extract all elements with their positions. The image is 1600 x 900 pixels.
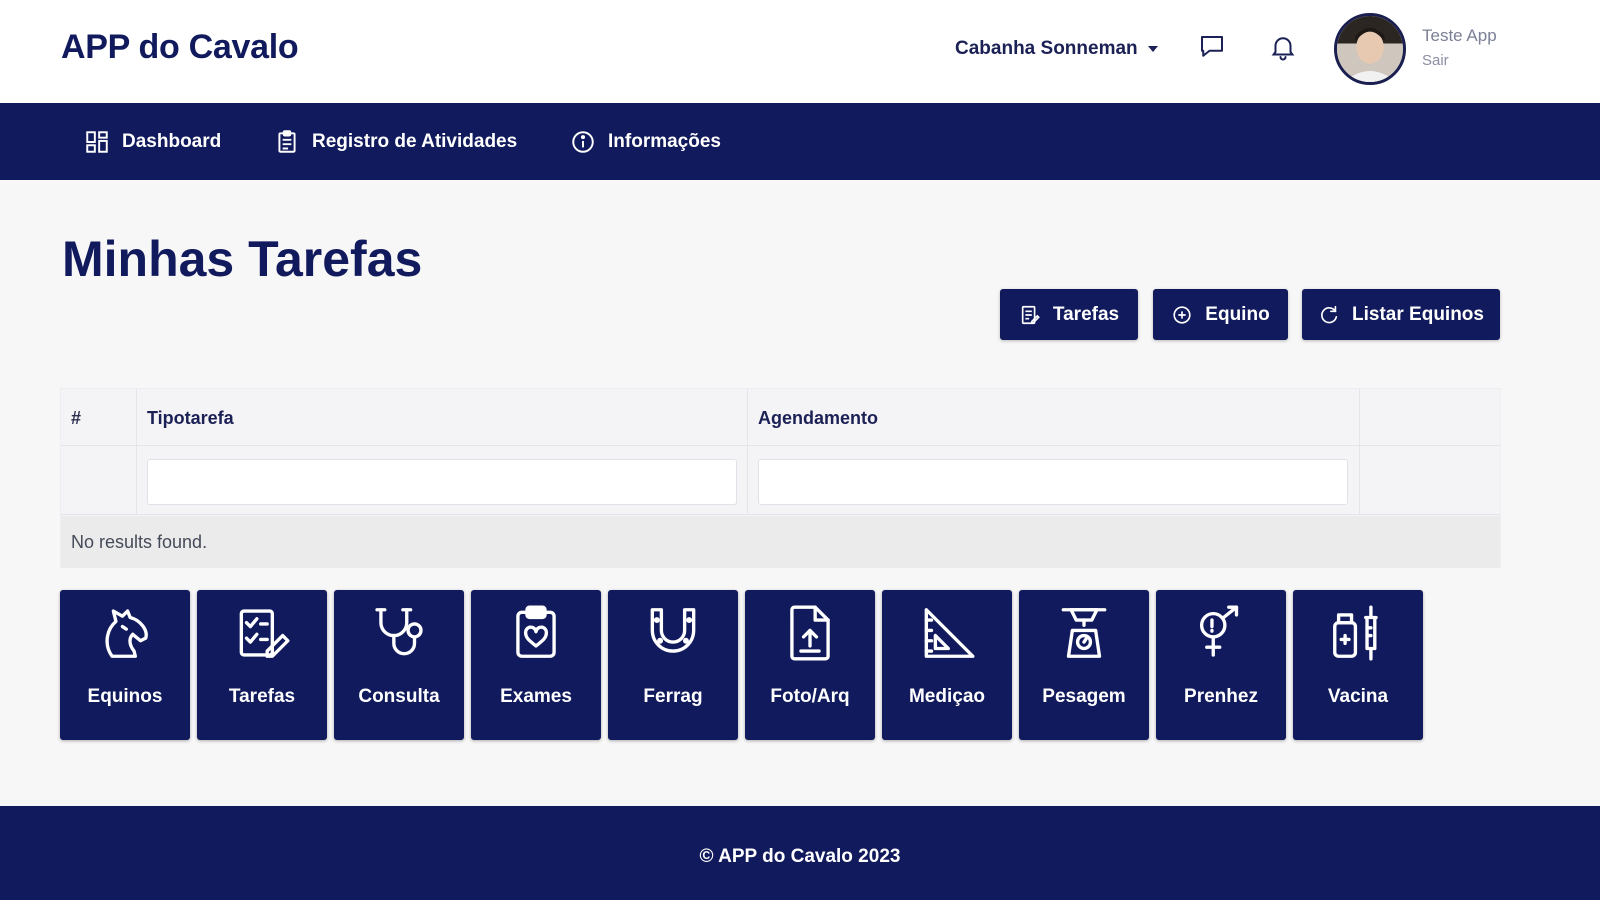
tile-label: Ferrag	[643, 686, 703, 707]
empty-results-message: No results found.	[71, 532, 208, 552]
gender-icon	[1190, 602, 1252, 664]
nav-item-label: Informações	[608, 130, 721, 152]
tile-consulta[interactable]: Consulta	[334, 590, 464, 740]
tile-exames[interactable]: Exames	[471, 590, 601, 740]
info-icon	[572, 130, 594, 153]
clipboard-heart-icon	[505, 602, 567, 664]
listar-equinos-button[interactable]: Listar Equinos	[1302, 289, 1500, 340]
tile-label: Exames	[500, 686, 572, 707]
tile-label: Pesagem	[1042, 686, 1126, 707]
farm-selector[interactable]: Cabanha Sonneman	[955, 38, 1158, 60]
equino-button[interactable]: Equino	[1153, 289, 1288, 340]
scale-icon	[1053, 602, 1115, 664]
column-header-index: #	[71, 408, 82, 428]
tile-medicao[interactable]: Mediçao	[882, 590, 1012, 740]
empty-results-row: No results found.	[61, 516, 1500, 568]
stethoscope-icon	[368, 602, 430, 664]
tile-label: Foto/Arq	[770, 686, 850, 707]
horseshoe-icon	[642, 602, 704, 664]
grid-filter-row	[61, 446, 1500, 515]
top-header: APP do Cavalo Cabanha Sonneman Teste App…	[0, 0, 1600, 103]
edit-list-icon	[1021, 305, 1040, 324]
tile-foto-arq[interactable]: Foto/Arq	[745, 590, 875, 740]
equino-button-label: Equino	[1205, 303, 1270, 325]
main-nav: Dashboard Registro de Atividades Informa…	[0, 103, 1600, 180]
tile-label: Consulta	[358, 686, 440, 707]
tile-pesagem[interactable]: Pesagem	[1019, 590, 1149, 740]
dashboard-icon	[86, 130, 108, 153]
tarefas-button-label: Tarefas	[1052, 303, 1120, 325]
footer-copyright: © APP do Cavalo 2023	[699, 846, 901, 867]
nav-item-registro-atividades[interactable]: Registro de Atividades	[274, 103, 517, 180]
ruler-triangle-icon	[916, 602, 978, 664]
bell-icon[interactable]	[1268, 32, 1298, 62]
tile-label: Vacina	[1327, 686, 1389, 707]
page-title: Minhas Tarefas	[62, 231, 423, 287]
tile-label: Prenhez	[1184, 686, 1258, 707]
footer: © APP do Cavalo 2023	[0, 806, 1600, 900]
vaccine-icon	[1327, 602, 1389, 664]
column-header-tipotarefa[interactable]: Tipotarefa	[147, 408, 234, 429]
chat-icon[interactable]	[1197, 32, 1227, 62]
tipotarefa-filter-input[interactable]	[147, 459, 737, 505]
tile-label: Mediçao	[908, 686, 986, 707]
tile-label: Tarefas	[228, 686, 296, 707]
user-name: Teste App	[1422, 26, 1497, 45]
nav-item-label: Registro de Atividades	[312, 130, 518, 152]
refresh-icon	[1321, 305, 1338, 323]
column-divider	[747, 389, 748, 515]
clipboard-icon	[278, 129, 296, 153]
farm-selector-label: Cabanha Sonneman	[955, 38, 1138, 59]
nav-item-dashboard[interactable]: Dashboard	[84, 103, 221, 180]
tarefas-button[interactable]: Tarefas	[1000, 289, 1138, 340]
horse-icon	[94, 602, 156, 664]
nav-item-informacoes[interactable]: Informações	[570, 103, 721, 180]
tile-vacina[interactable]: Vacina	[1293, 590, 1423, 740]
plus-circle-icon	[1173, 305, 1191, 324]
file-upload-icon	[779, 602, 841, 664]
tile-ferrag[interactable]: Ferrag	[608, 590, 738, 740]
column-divider	[136, 389, 137, 515]
brand-logo[interactable]: APP do Cavalo	[61, 28, 299, 67]
agendamento-filter-input[interactable]	[758, 459, 1348, 505]
nav-item-label: Dashboard	[122, 130, 222, 152]
tile-prenhez[interactable]: Prenhez	[1156, 590, 1286, 740]
checklist-icon	[231, 602, 293, 664]
user-avatar[interactable]	[1334, 13, 1406, 85]
column-divider	[1359, 389, 1360, 515]
column-header-agendamento[interactable]: Agendamento	[758, 408, 878, 429]
tile-equinos[interactable]: Equinos	[60, 590, 190, 740]
logout-link[interactable]: Sair	[1422, 52, 1449, 69]
listar-equinos-button-label: Listar Equinos	[1352, 303, 1484, 325]
caret-down-icon	[1147, 46, 1158, 52]
tasks-grid: # Tipotarefa Agendamento No results foun…	[60, 388, 1501, 568]
tile-label: Equinos	[87, 686, 163, 707]
tile-tarefas[interactable]: Tarefas	[197, 590, 327, 740]
grid-header-row: # Tipotarefa Agendamento	[61, 389, 1500, 446]
